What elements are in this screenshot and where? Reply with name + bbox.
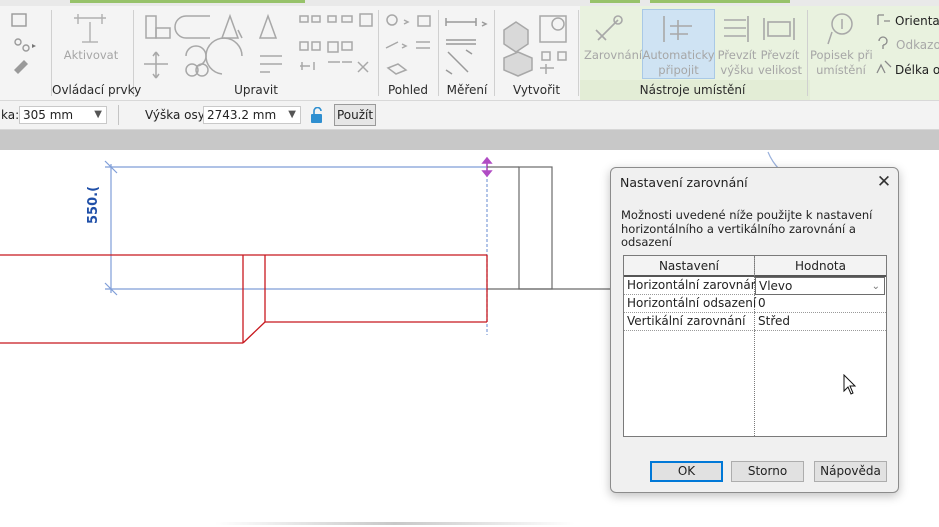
orientation-icons (876, 14, 892, 74)
ok-button[interactable]: OK (650, 461, 723, 482)
group-label-create: Vytvořit (512, 83, 561, 97)
auto-attach-icon (663, 16, 692, 42)
axis-height-value: 2743.2 mm (207, 108, 277, 122)
vertical-alignment-value[interactable]: Střed (755, 313, 886, 331)
align-button[interactable]: Zarovnání (584, 48, 642, 63)
view-tab-strip (0, 130, 939, 150)
group-label-controls: Ovládací prvky (52, 83, 142, 97)
align-icon[interactable] (592, 12, 626, 46)
chevron-down-icon[interactable]: ⌄ (872, 278, 880, 295)
tag-on-placement-label-2[interactable]: umístění (810, 63, 872, 78)
unlock-icon[interactable] (309, 107, 325, 124)
transfer-size-icon[interactable] (762, 12, 798, 46)
transfer-size-label-2[interactable]: velikost (758, 63, 802, 78)
measure-tools-icon[interactable] (444, 14, 492, 80)
group-label-measure: Měření (446, 83, 488, 97)
help-button[interactable]: Nápověda (814, 461, 887, 482)
horizontal-alignment-select[interactable]: Vlevo ⌄ (755, 277, 885, 295)
close-icon[interactable]: ✕ (873, 172, 895, 194)
width-combo[interactable]: 305 mm ▼ (19, 106, 107, 124)
chevron-down-icon[interactable]: ▼ (288, 107, 296, 123)
orientation-button[interactable]: Orientac (895, 14, 939, 28)
settings-table: Nastavení Hodnota Horizontální zarovnání… (623, 255, 887, 437)
axis-height-combo[interactable]: 2743.2 mm ▼ (203, 106, 301, 124)
apply-button[interactable]: Použít (334, 104, 376, 126)
ribbon: Aktivovat Ovládací prvky Upravit Pohled … (0, 0, 939, 101)
group-label-view: Pohled (387, 83, 429, 97)
activate-icon[interactable] (72, 12, 108, 46)
dialog-description: Možnosti uvedené níže použijte k nastave… (621, 208, 873, 249)
width-label: ka: (1, 108, 20, 122)
chevron-down-icon[interactable]: ▼ (94, 107, 102, 123)
column-header-setting: Nastavení (624, 256, 755, 277)
row-setting-vertical-alignment: Vertikální zarovnání (624, 313, 755, 331)
group-label-placement-tools: Nástroje umístění (639, 83, 746, 97)
select-tools-icon[interactable] (8, 12, 44, 78)
tab-accent (650, 0, 790, 3)
canvas-shadow (215, 522, 575, 525)
width-value: 305 mm (23, 108, 74, 122)
dialog-title: Nastavení zarovnání (620, 175, 748, 190)
axis-height-label: Výška osy: (145, 108, 209, 122)
options-bar: ka: 305 mm ▼ Výška osy: 2743.2 mm ▼ (0, 101, 939, 130)
create-tools-icon[interactable] (500, 12, 576, 80)
column-header-value: Hodnota (755, 256, 886, 277)
transfer-height-icon[interactable] (720, 12, 754, 46)
transfer-height-label-1[interactable]: Převzít (716, 48, 758, 63)
cancel-button[interactable]: Storno (731, 461, 804, 482)
group-separator (807, 10, 808, 96)
group-separator (578, 10, 579, 96)
tab-accent (70, 0, 305, 3)
transfer-size-label-1[interactable]: Převzít (758, 48, 802, 63)
horizontal-offset-value[interactable]: 0 (755, 295, 886, 313)
tag-on-placement-label-1[interactable]: Popisek při (810, 48, 873, 63)
alignment-settings-dialog: Nastavení zarovnání ✕ Možnosti uvedené n… (610, 167, 899, 493)
offset-button[interactable]: Odkazo (896, 38, 939, 52)
activate-button[interactable]: Aktivovat (62, 48, 120, 63)
length-button[interactable]: Délka oc (895, 63, 939, 77)
row-setting-horizontal-offset: Horizontální odsazení (624, 295, 756, 313)
options-separator (118, 105, 119, 125)
horizontal-alignment-value: Vlevo (759, 279, 793, 293)
modify-tools-icon[interactable] (142, 12, 376, 80)
transfer-height-label-2[interactable]: výšku (716, 63, 758, 78)
tag-icon[interactable] (826, 10, 856, 46)
group-label-modify: Upravit (234, 83, 278, 97)
dimension-label[interactable]: 550.( (86, 186, 101, 224)
auto-attach-label-2: připojit (658, 63, 699, 77)
tab-accent (590, 0, 640, 3)
view-tools-icon[interactable] (384, 12, 436, 80)
row-setting-horizontal-alignment: Horizontální zarovnání (624, 277, 762, 295)
mouse-cursor-icon (843, 374, 857, 395)
auto-attach-label-1: Automaticky (642, 48, 715, 62)
